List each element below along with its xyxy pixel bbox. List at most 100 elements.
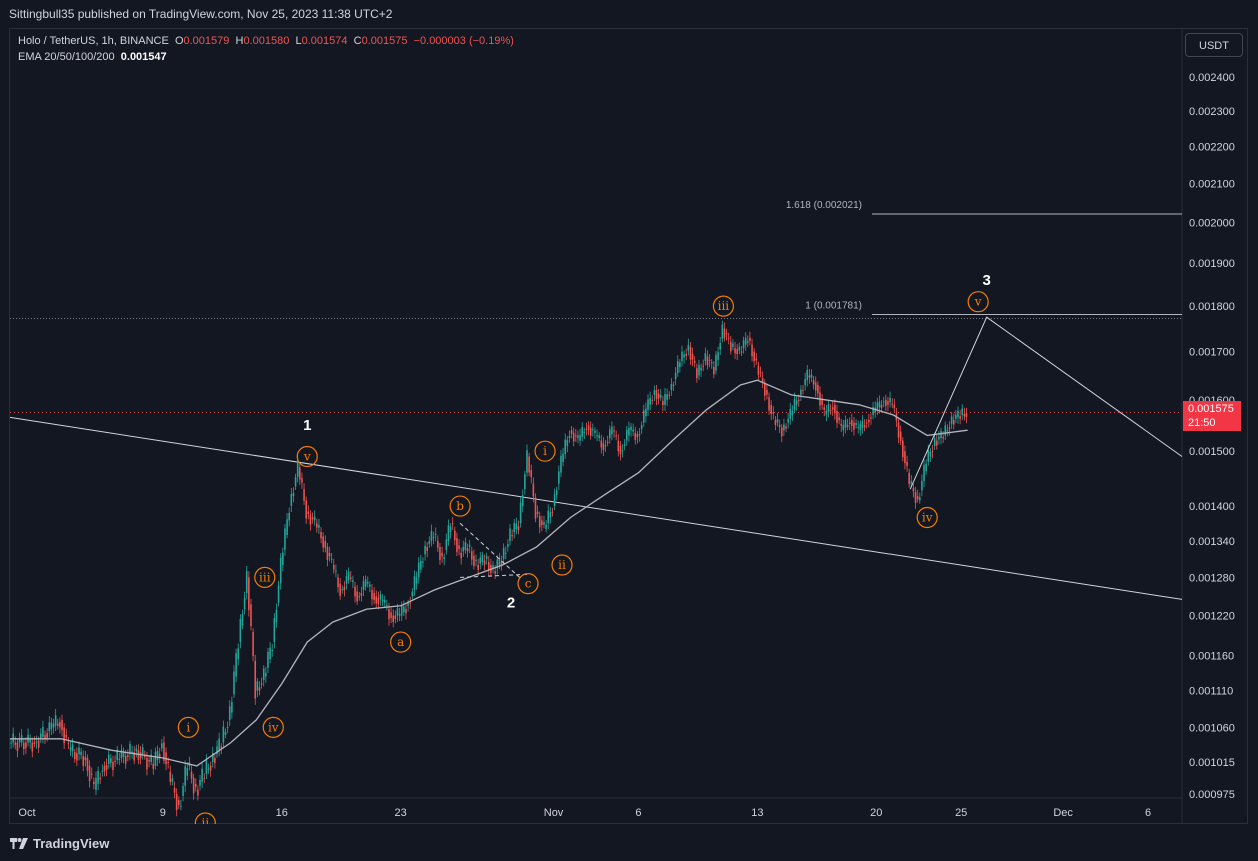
candle-body — [865, 422, 868, 424]
candle-body — [696, 368, 698, 379]
tradingview-logo[interactable]: TradingView — [10, 836, 109, 851]
candle-body — [277, 585, 280, 603]
candle-body — [82, 756, 85, 766]
candle-body — [161, 743, 163, 749]
candle-body — [848, 422, 851, 424]
candle-body — [371, 589, 373, 600]
ema-legend[interactable]: EMA 20/50/100/200 0.001547 — [18, 51, 167, 63]
candle-body — [224, 731, 227, 735]
candle-body — [307, 511, 310, 514]
open-value: 0.001579 — [183, 35, 230, 47]
candle-body — [279, 557, 282, 584]
candle-body — [301, 478, 303, 483]
price-chart[interactable]: 0.002400 0.002300 0.002200 0.002100 0.002000… — [0, 0, 1258, 861]
candle-body — [570, 430, 573, 434]
candle-body — [381, 599, 384, 602]
wave-label-primary[interactable]: 2 — [507, 595, 515, 612]
candle-body — [464, 542, 467, 550]
candle-body — [269, 647, 271, 660]
wave-label-minor: a — [397, 635, 404, 649]
candle-body — [717, 352, 719, 360]
candle-body — [358, 596, 361, 598]
price-axis-tick-label: 0.001060 — [1189, 722, 1235, 734]
candle-body — [303, 489, 305, 501]
candle-body — [623, 444, 626, 446]
candle-body — [524, 474, 526, 490]
candle-body — [700, 367, 702, 371]
candle-body — [613, 430, 615, 432]
candle-body — [857, 426, 860, 428]
candle-body — [659, 395, 662, 398]
candle-body — [899, 431, 902, 441]
candle-body — [732, 343, 734, 347]
candle-body — [422, 561, 424, 563]
candle-body — [950, 416, 953, 424]
candle-body — [647, 399, 649, 410]
candle-body — [710, 362, 713, 364]
candle-body — [957, 411, 959, 418]
candle-body — [812, 380, 815, 385]
candle-body — [10, 742, 12, 744]
wave-label-primary[interactable]: 1 — [303, 417, 311, 434]
candle-body — [468, 544, 471, 547]
candle-body — [352, 580, 354, 583]
high-value: 0.001580 — [243, 35, 290, 47]
candle-body — [863, 425, 866, 428]
time-axis-tick-label: 23 — [395, 807, 407, 819]
candle-body — [662, 401, 664, 406]
ema-label: EMA 20/50/100/200 — [18, 51, 115, 63]
candle-body — [31, 742, 34, 752]
candle-body — [439, 546, 441, 560]
candle-body — [362, 581, 365, 590]
candle-body — [205, 760, 208, 774]
candle-body — [502, 548, 505, 559]
candle-body — [356, 591, 358, 602]
ohlc-legend: Holo / TetherUS, 1h, BINANCE O0.001579 H… — [18, 35, 514, 47]
candle-body — [636, 434, 639, 438]
candle-body — [320, 532, 322, 539]
candle-body — [806, 369, 809, 381]
candle-body — [887, 401, 889, 405]
candle-body — [203, 777, 206, 779]
price-axis-tick-label: 0.001500 — [1189, 446, 1235, 458]
candle-body — [814, 382, 817, 391]
symbol-label[interactable]: Holo / TetherUS, 1h, BINANCE — [18, 35, 169, 47]
candle-body — [897, 422, 900, 438]
candle-body — [101, 770, 104, 772]
candle-body — [787, 418, 789, 423]
candle-body — [209, 765, 212, 771]
candle-body — [793, 398, 796, 410]
forecast-path[interactable] — [909, 316, 1183, 490]
trendline[interactable] — [9, 416, 1183, 600]
candle-body — [740, 351, 743, 353]
candle-body — [908, 472, 910, 485]
time-axis-tick-label: 25 — [955, 807, 967, 819]
candle-body — [575, 435, 577, 437]
candle-body — [231, 701, 233, 713]
candle-body — [933, 438, 936, 446]
candle-body — [568, 435, 571, 439]
time-axis-tick-label: 6 — [635, 807, 641, 819]
candle-body — [730, 342, 732, 352]
currency-button[interactable]: USDT — [1185, 33, 1243, 57]
candle-body — [519, 502, 522, 524]
candle-body — [791, 410, 794, 415]
candle-body — [515, 523, 518, 530]
candle-body — [226, 727, 229, 729]
candle-body — [386, 604, 388, 606]
candle-body — [156, 750, 159, 760]
candle-body — [428, 540, 431, 544]
candle-body — [844, 420, 847, 428]
wave-label-minor: iv — [922, 511, 933, 525]
candle-body — [76, 753, 78, 761]
wave-label-primary[interactable]: 3 — [982, 272, 990, 289]
candle-body — [753, 351, 755, 362]
candle-body — [545, 524, 547, 530]
candle-body — [804, 379, 806, 386]
candle-body — [763, 383, 766, 396]
candle-body — [625, 430, 628, 441]
candle-body — [462, 546, 465, 552]
candle-body — [233, 671, 235, 695]
candle-body — [409, 602, 412, 604]
candle-body — [721, 324, 724, 339]
